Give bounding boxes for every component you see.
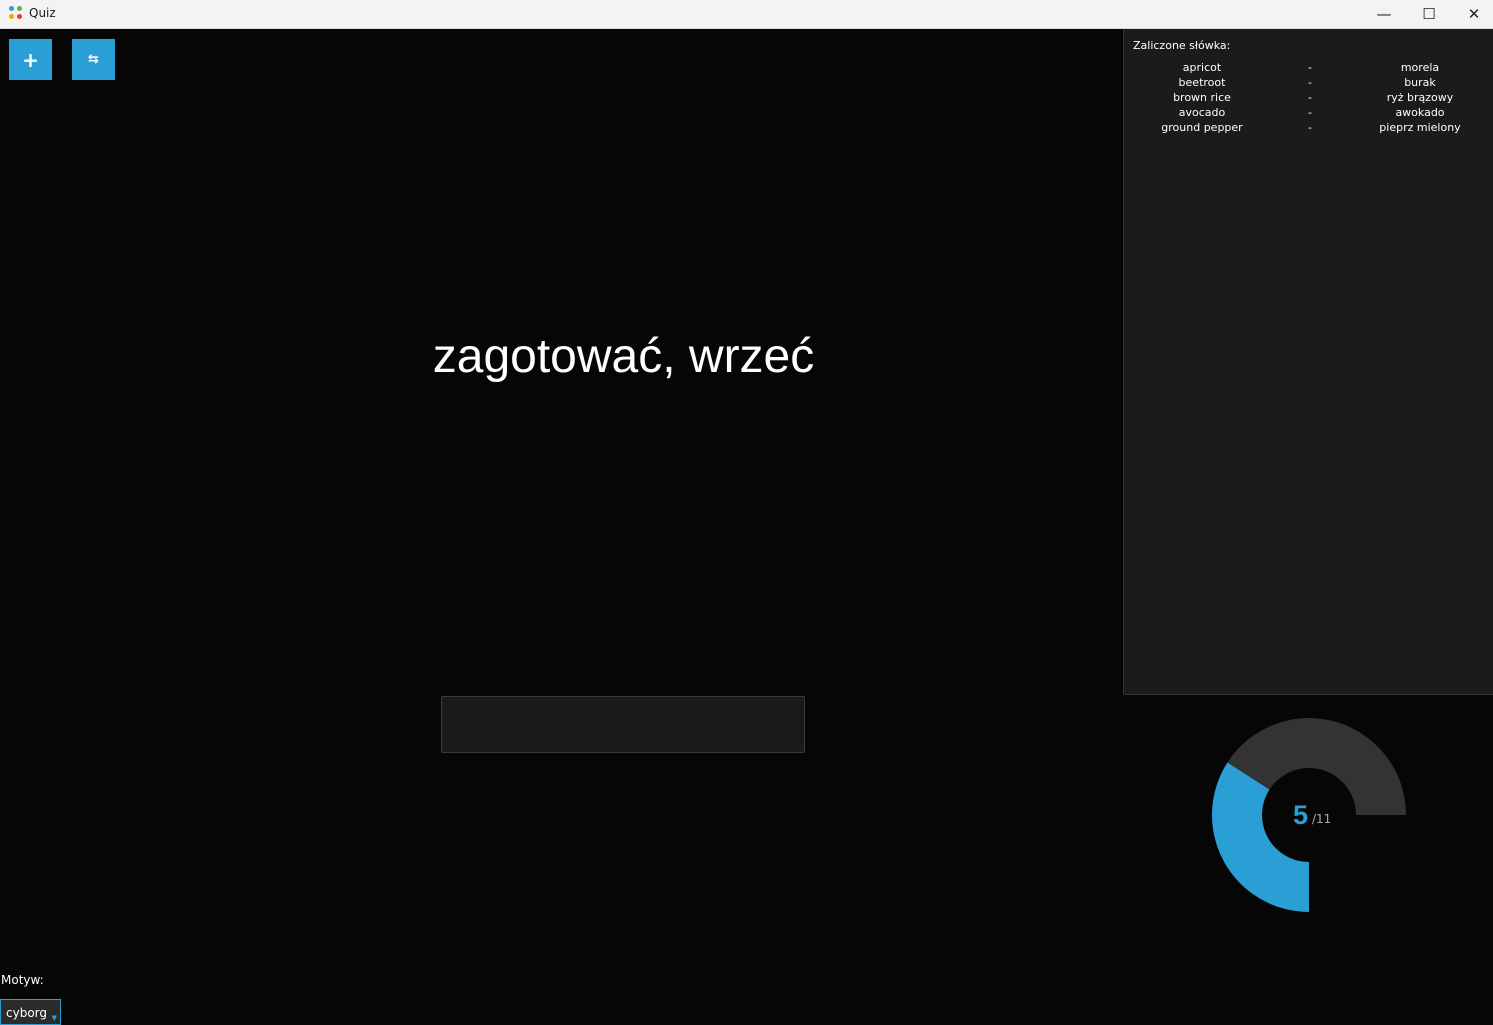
polish-word: morela [1400, 61, 1440, 74]
separator: - [1308, 91, 1312, 104]
theme-label: Motyw: [1, 973, 44, 987]
window-title: Quiz [29, 6, 56, 20]
english-word: brown rice [1173, 91, 1231, 104]
completed-words-title: Zaliczone słówka: [1133, 39, 1231, 52]
completed-words-panel: Zaliczone słówka: apricot - morela beetr… [1123, 29, 1493, 695]
gauge-fill [1212, 762, 1309, 912]
polish-word: ryż brązowy [1386, 91, 1454, 104]
swap-icon: ⇆ [88, 52, 99, 67]
close-button[interactable]: ✕ [1451, 0, 1493, 28]
maximize-button[interactable]: ☐ [1406, 0, 1452, 28]
list-item: avocado - awokado [1124, 106, 1493, 121]
answer-input[interactable] [441, 696, 805, 753]
minimize-button[interactable]: — [1361, 0, 1407, 28]
polish-word: pieprz mielony [1379, 121, 1461, 134]
title-bar: Quiz — ☐ ✕ [0, 0, 1493, 29]
english-word: ground pepper [1161, 121, 1243, 134]
polish-word: awokado [1395, 106, 1445, 119]
separator: - [1308, 106, 1312, 119]
separator: - [1308, 61, 1312, 74]
separator: - [1308, 76, 1312, 89]
progress-total-label: /11 [1312, 812, 1332, 826]
progress-gauge [1212, 718, 1406, 912]
list-item: apricot - morela [1124, 61, 1493, 76]
theme-select[interactable]: cyborg ▼ [0, 999, 61, 1025]
polish-word: burak [1404, 76, 1436, 89]
chevron-down-icon: ▼ [51, 1014, 57, 1022]
swap-language-button[interactable]: ⇆ [72, 39, 115, 80]
theme-selected-value: cyborg [6, 1006, 47, 1020]
english-word: beetroot [1178, 76, 1226, 89]
list-item: brown rice - ryż brązowy [1124, 91, 1493, 106]
app-dots-icon [9, 6, 23, 20]
plus-icon: + [22, 47, 39, 72]
english-word: avocado [1178, 106, 1226, 119]
main-content: + ⇆ zagotować, wrzeć Zaliczone słówka: a… [0, 29, 1493, 1025]
list-item: ground pepper - pieprz mielony [1124, 121, 1493, 136]
list-item: beetroot - burak [1124, 76, 1493, 91]
separator: - [1308, 121, 1312, 134]
progress-done-count: 5 [1293, 800, 1309, 830]
english-word: apricot [1182, 61, 1222, 74]
quiz-word: zagotować, wrzeć [432, 330, 815, 383]
add-word-button[interactable]: + [9, 39, 52, 80]
